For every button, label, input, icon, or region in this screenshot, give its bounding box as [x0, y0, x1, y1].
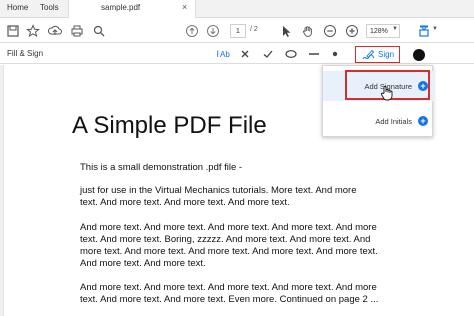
pdf-text-line: text. And more text. And more text. Even…: [80, 294, 379, 305]
page-number-input[interactable]: 1: [230, 24, 246, 38]
hand-pointer-cursor-icon: [380, 85, 394, 101]
page-down-icon[interactable]: [205, 23, 221, 39]
ellipse-icon[interactable]: [283, 46, 299, 62]
color-swatch[interactable]: [413, 49, 425, 61]
page-up-icon[interactable]: [184, 23, 200, 39]
home-tab[interactable]: Home: [7, 3, 28, 12]
hand-icon[interactable]: [300, 23, 316, 39]
line-icon[interactable]: [306, 46, 322, 62]
pdf-text-line: And more text. And more text. And more t…: [80, 222, 377, 233]
fill-sign-title: Fill & Sign: [7, 49, 44, 58]
add-initials-menu-item[interactable]: Add Initials +: [323, 106, 434, 136]
dot-icon[interactable]: [327, 46, 343, 62]
search-icon[interactable]: [91, 23, 107, 39]
upload-icon[interactable]: [47, 23, 63, 39]
main-toolbar: 1 / 2 128% ▼ ▼: [0, 19, 474, 43]
zoom-in-icon[interactable]: [344, 23, 360, 39]
text-tool-icon[interactable]: I Ab: [216, 46, 232, 62]
select-cursor-icon[interactable]: [278, 23, 294, 39]
close-icon[interactable]: ×: [182, 2, 187, 12]
plus-circle-icon: +: [418, 116, 428, 126]
fit-page-icon[interactable]: [416, 23, 432, 39]
chevron-down-icon[interactable]: ▼: [392, 26, 398, 32]
pdf-text-line: This is a small demonstration .pdf file …: [80, 162, 243, 173]
document-tab-label: sample.pdf: [101, 3, 141, 12]
page-total: / 2: [250, 26, 258, 33]
pdf-text-line: And more text. And more text. And more t…: [80, 282, 377, 293]
pdf-text-line: more text. And more text. And more text.…: [80, 246, 378, 257]
tools-tab[interactable]: Tools: [40, 3, 59, 12]
print-icon[interactable]: [69, 23, 85, 39]
left-panel-handle[interactable]: [0, 65, 4, 316]
fill-sign-toolbar: Fill & Sign I Ab Sign: [0, 44, 474, 64]
zoom-out-icon[interactable]: [322, 23, 338, 39]
document-tab[interactable]: sample.pdf ×: [68, 0, 196, 18]
pdf-text-line: text. And more text. Boring, zzzzz. And …: [80, 234, 371, 245]
sign-button[interactable]: Sign: [355, 46, 400, 63]
add-initials-label: Add Initials: [375, 116, 412, 126]
pen-signature-icon: [362, 49, 375, 59]
fit-page-chevron-icon[interactable]: ▼: [432, 26, 438, 32]
star-icon[interactable]: [25, 23, 41, 39]
pdf-text-line: And more text. And more text.: [80, 258, 206, 269]
sign-button-label: Sign: [378, 50, 395, 59]
top-bar: Home Tools sample.pdf ×: [0, 0, 474, 18]
cross-mark-icon[interactable]: [237, 46, 253, 62]
svg-text:Ab: Ab: [220, 50, 230, 59]
save-icon[interactable]: [5, 23, 21, 39]
pdf-text-line: just for use in the Virtual Mechanics tu…: [80, 185, 357, 196]
pdf-title: A Simple PDF File: [72, 112, 267, 139]
pdf-text-line: text. And more text. And more text. And …: [80, 197, 290, 208]
check-mark-icon[interactable]: [260, 46, 276, 62]
svg-text:I: I: [217, 49, 220, 59]
